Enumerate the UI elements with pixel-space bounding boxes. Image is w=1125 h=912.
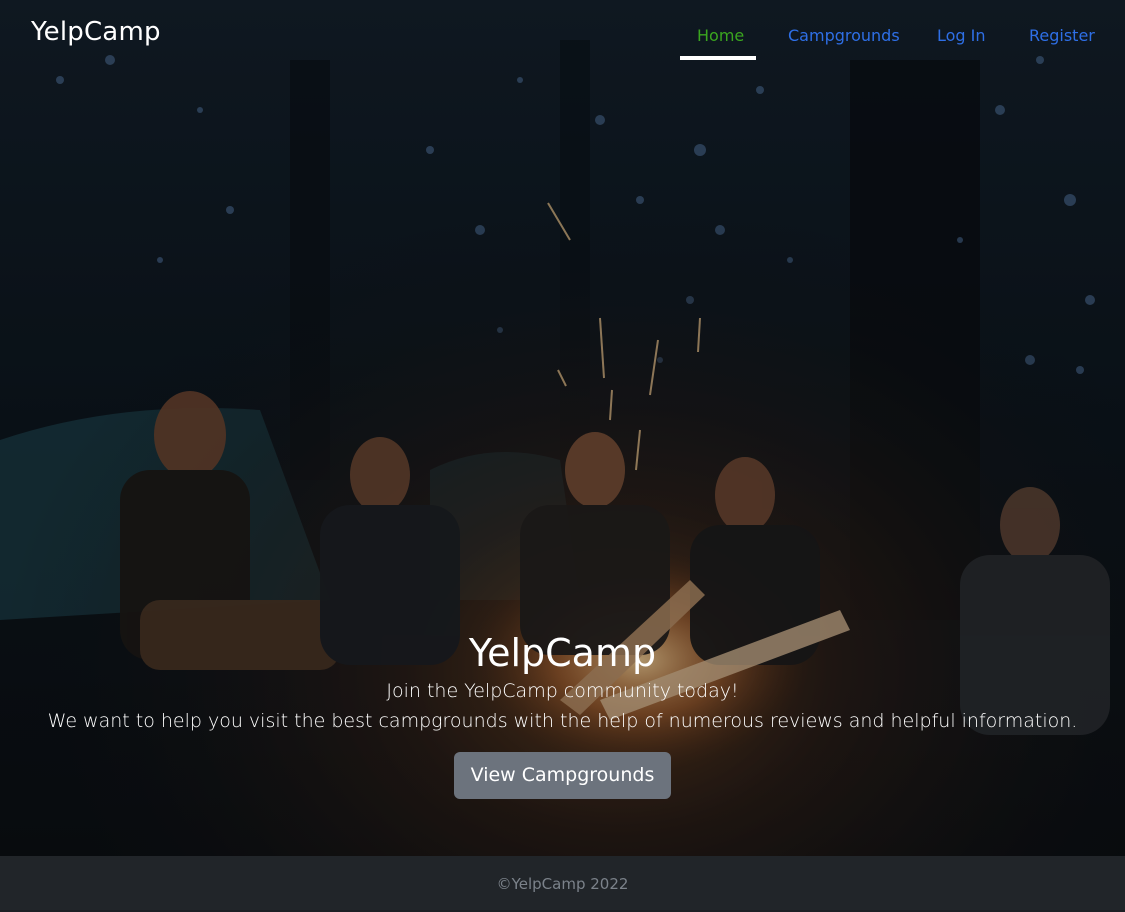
active-nav-indicator xyxy=(680,56,756,60)
nav-link-home[interactable]: Home xyxy=(697,26,744,58)
top-navbar: YelpCamp Home Campgrounds Log In Registe… xyxy=(0,0,1125,70)
footer-copyright: ©YelpCamp 2022 xyxy=(496,875,629,893)
footer: ©YelpCamp 2022 xyxy=(0,856,1125,910)
hero-description: We want to help you visit the best campg… xyxy=(47,710,1078,732)
nav-link-register[interactable]: Register xyxy=(1029,26,1095,58)
hero-content: YelpCamp Join the YelpCamp community tod… xyxy=(0,630,1125,799)
hero-section: YelpCamp Home Campgrounds Log In Registe… xyxy=(0,0,1125,856)
hero-tagline: Join the YelpCamp community today! xyxy=(386,680,739,702)
hero-title: YelpCamp xyxy=(468,631,657,675)
nav-link-login[interactable]: Log In xyxy=(937,26,986,58)
brand-logo-text[interactable]: YelpCamp xyxy=(31,17,161,47)
nav-link-campgrounds[interactable]: Campgrounds xyxy=(788,26,900,58)
view-campgrounds-button[interactable]: View Campgrounds xyxy=(453,752,672,799)
